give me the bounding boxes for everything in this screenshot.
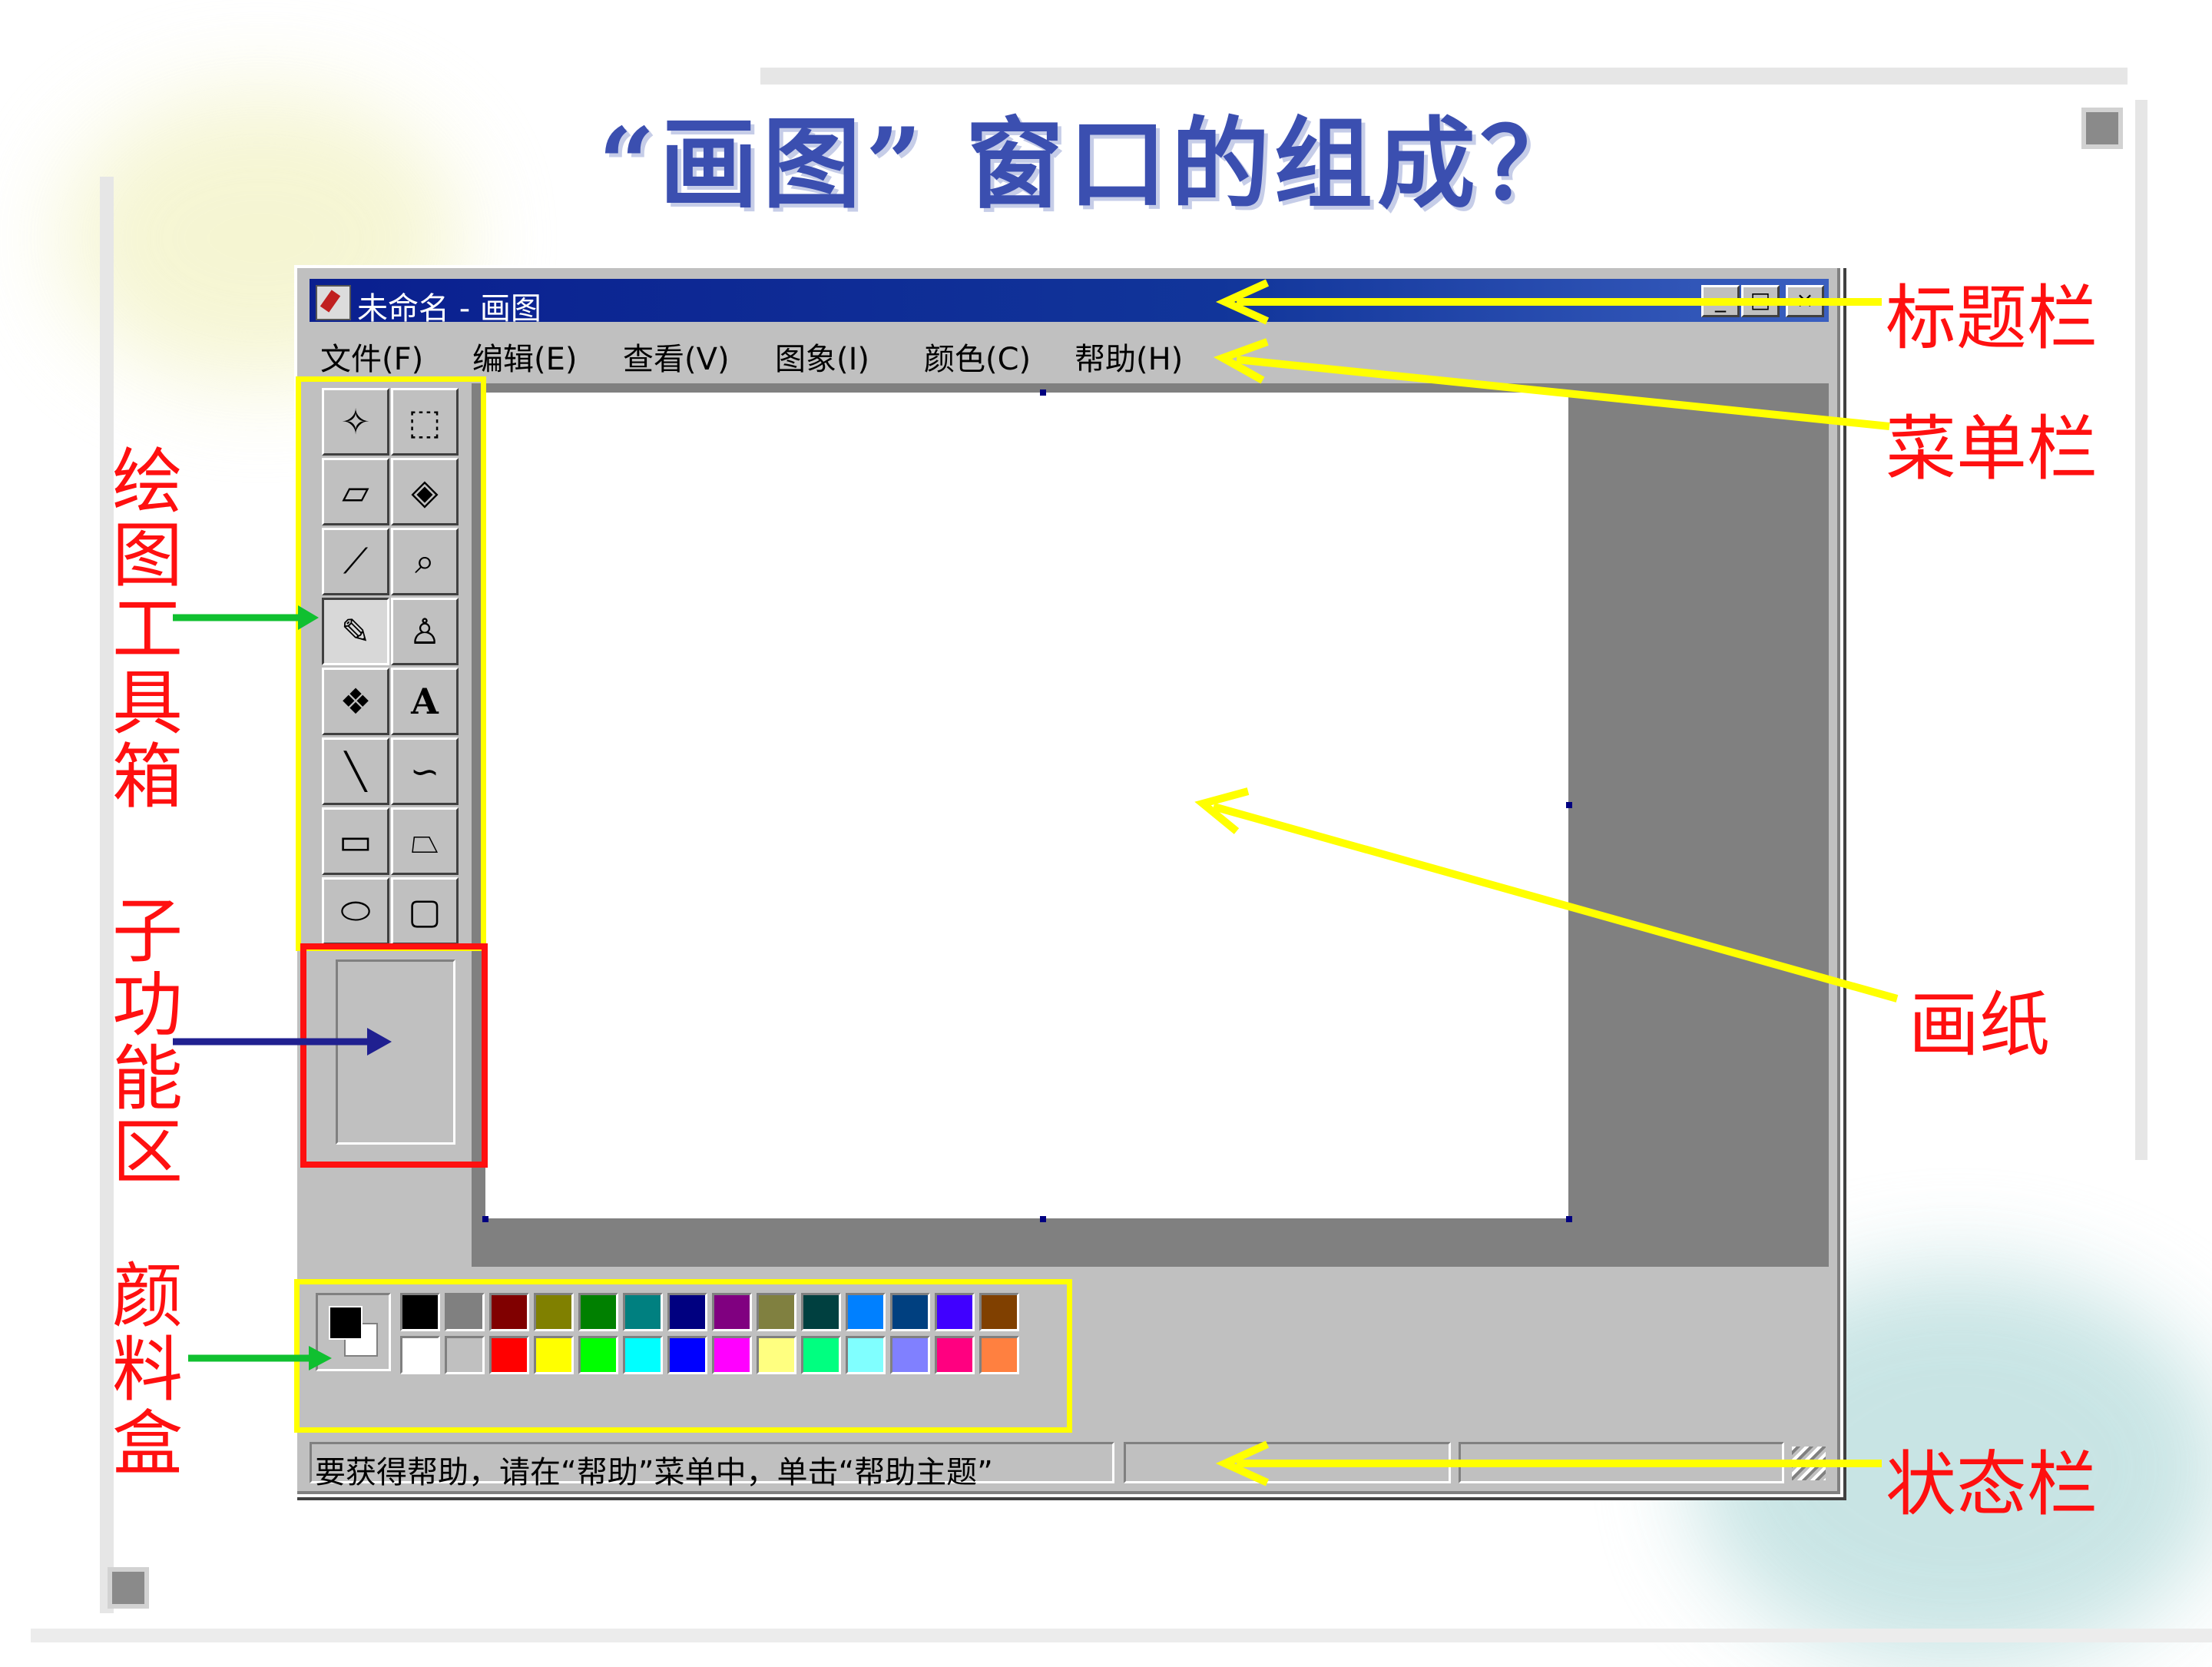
label-palette: 颜料盒 (111, 1255, 183, 1485)
menu-bar-arrow (1236, 356, 1890, 430)
label-title-bar: 标题栏 (1886, 277, 2098, 360)
label-status-bar: 状态栏 (1886, 1443, 2098, 1526)
canvas-arrow (1212, 803, 1899, 1003)
toolbox-arrowhead (298, 605, 319, 630)
label-canvas: 画纸 (1909, 984, 2051, 1066)
annotation-arrows (173, 279, 1899, 1486)
label-menu-bar: 菜单栏 (1886, 408, 2098, 490)
label-options: 子功能区 (111, 890, 183, 1194)
palette-arrowhead (309, 1346, 332, 1370)
label-toolbox: 绘图工具箱 (111, 441, 183, 818)
options-arrowhead (367, 1028, 392, 1056)
